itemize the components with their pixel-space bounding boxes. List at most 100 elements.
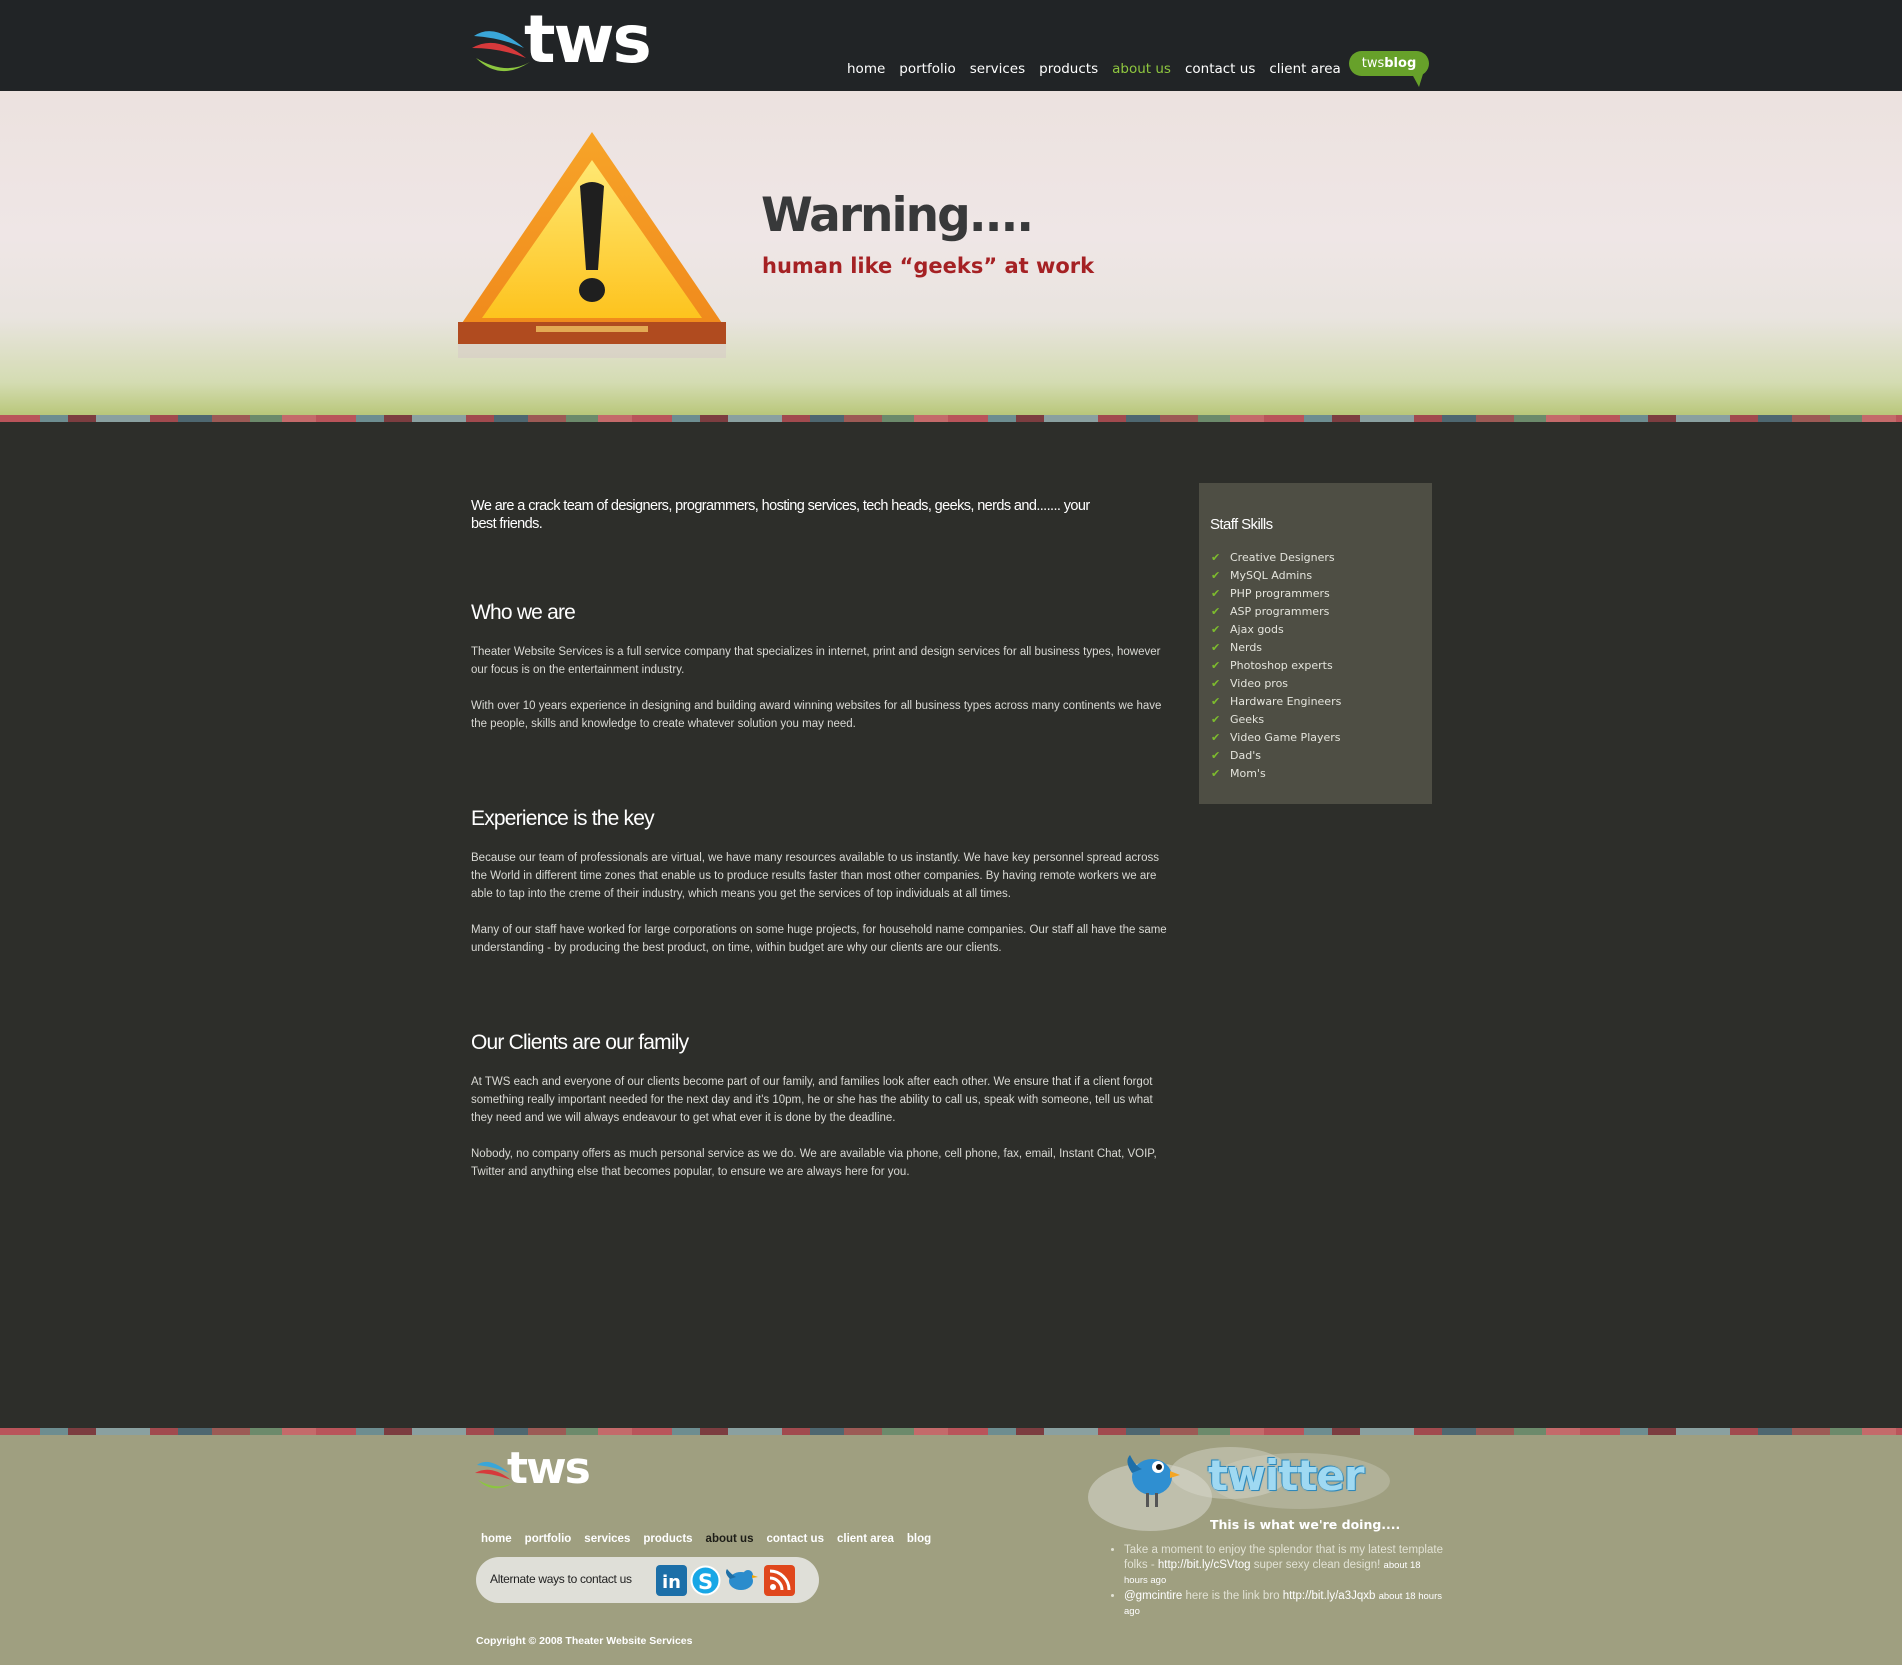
section-heading-who-we-are: Who we are [471,601,576,624]
skill-item: ✔ Video pros [1211,675,1341,693]
tweet-item: @gmcintire here is the link bro http://b… [1124,1589,1444,1619]
tweet-item: Take a moment to enjoy the splendor that… [1124,1543,1444,1588]
decorative-stripe [0,415,1902,422]
skill-label: MySQL Admins [1230,569,1313,582]
skill-item: ✔ PHP programmers [1211,585,1341,603]
tws-logo[interactable]: tws [472,2,662,84]
copyright-text: Copyright © 2008 Theater Website Service… [476,1635,693,1647]
tweet-text: here is the link bro [1182,1590,1283,1602]
twitter-widget-header: twitter This is what we're doing.... [1080,1435,1410,1545]
footer-nav-blog[interactable]: blog [907,1533,931,1545]
twitter-bird-icon[interactable] [724,1565,758,1596]
skill-item: ✔ Geeks [1211,711,1341,729]
site-header: tws home portfolio services products about u… [0,0,1902,91]
hero-subtitle: human like “geeks” at work [762,254,1095,278]
footer-nav-about-us[interactable]: about us [706,1533,754,1545]
skype-icon[interactable]: S [690,1565,721,1596]
skill-label: Video Game Players [1230,731,1341,744]
skill-item: ✔ Nerds [1211,639,1341,657]
hero-banner [0,91,1902,415]
skill-label: Photoshop experts [1230,659,1333,672]
tweet-text-after: super sexy clean design! [1250,1559,1381,1571]
skill-item: ✔ Dad's [1211,747,1341,765]
skill-item: ✔ Photoshop experts [1211,657,1341,675]
section-heading-clients: Our Clients are our family [471,1031,689,1054]
footer-nav-client-area[interactable]: client area [837,1533,894,1545]
skill-label: Mom's [1230,767,1266,780]
tweet-link[interactable]: http://bit.ly/cSVtog [1158,1559,1251,1571]
nav-client-area[interactable]: client area [1269,61,1340,77]
checkmark-icon: ✔ [1211,659,1221,672]
checkmark-icon: ✔ [1211,677,1221,690]
skills-title: Staff Skills [1210,516,1273,533]
nav-services[interactable]: services [970,61,1025,77]
twitter-wordmark: twitter [1208,1451,1365,1500]
rss-icon[interactable] [764,1565,795,1596]
checkmark-icon: ✔ [1211,767,1221,780]
linkedin-icon[interactable]: in [656,1565,687,1596]
twitter-bird-icon [1127,1455,1180,1507]
intro-text: We are a crack team of designers, progra… [471,498,1090,532]
skill-label: PHP programmers [1230,587,1330,600]
warning-icon [458,132,726,358]
skill-label: Geeks [1230,713,1265,726]
skill-item: ✔ MySQL Admins [1211,567,1341,585]
checkmark-icon: ✔ [1211,749,1221,762]
checkmark-icon: ✔ [1211,713,1221,726]
section-paragraph: Theater Website Services is a full servi… [471,646,1161,676]
skill-item: ✔ Video Game Players [1211,729,1341,747]
checkmark-icon: ✔ [1211,569,1221,582]
skill-item: ✔ Hardware Engineers [1211,693,1341,711]
section-paragraph: With over 10 years experience in designi… [471,700,1162,730]
nav-contact-us[interactable]: contact us [1185,61,1255,77]
footer-nav-portfolio[interactable]: portfolio [525,1533,572,1545]
contact-label: Alternate ways to contact us [490,1572,632,1586]
footer-logo-text: tws [507,1443,591,1494]
footer-nav-services[interactable]: services [584,1533,630,1545]
rss-glyph [769,1569,791,1591]
nav-products[interactable]: products [1039,61,1098,77]
skill-item: ✔ ASP programmers [1211,603,1341,621]
checkmark-icon: ✔ [1211,551,1221,564]
skill-item: ✔ Mom's [1211,765,1341,783]
svg-text:in: in [662,1572,681,1593]
decorative-stripe [0,1428,1902,1435]
twitter-tagline: This is what we're doing.... [1210,1517,1401,1532]
tweet-link[interactable]: http://bit.ly/a3Jqxb [1283,1590,1376,1602]
skill-label: Hardware Engineers [1230,695,1342,708]
footer-nav-home[interactable]: home [481,1533,512,1545]
checkmark-icon: ✔ [1211,605,1221,618]
checkmark-icon: ✔ [1211,695,1221,708]
skype-glyph: S [690,1565,721,1596]
nav-home[interactable]: home [847,61,885,77]
linkedin-glyph: in [662,1572,681,1593]
skill-label: Video pros [1230,677,1289,690]
blog-suffix: blog [1384,56,1417,71]
nav-about-us[interactable]: about us [1112,61,1171,77]
blog-prefix: tws [1361,56,1385,71]
logo-text: tws [524,1,652,78]
alternate-contact-bar: Alternate ways to contact us in S [476,1557,819,1603]
tws-blog-button[interactable]: twsblog [1349,51,1429,76]
blog-bubble-tail [1412,74,1423,87]
staff-skills-panel: Staff Skills ✔ Creative Designers ✔ MySQL … [1199,483,1432,804]
tweet-handle[interactable]: @gmcintire [1124,1590,1182,1602]
site-footer: tws home portfolio services products about u… [0,1435,1902,1665]
footer-nav-contact-us[interactable]: contact us [766,1533,824,1545]
checkmark-icon: ✔ [1211,731,1221,744]
tws-swoosh-icon [472,31,530,72]
skills-list: ✔ Creative Designers ✔ MySQL Admins ✔ PHP p… [1211,549,1341,783]
footer-nav-products[interactable]: products [643,1533,692,1545]
skill-label: Nerds [1230,641,1263,654]
section-paragraph: At TWS each and everyone of our clients … [471,1076,1153,1124]
bird-glyph [726,1569,758,1590]
section-paragraph: Because our team of professionals are vi… [471,852,1160,900]
checkmark-icon: ✔ [1211,587,1221,600]
skill-label: Creative Designers [1230,551,1335,564]
checkmark-icon: ✔ [1211,623,1221,636]
footer-tws-logo[interactable]: tws [475,1443,595,1497]
skill-label: Dad's [1230,749,1261,762]
nav-portfolio[interactable]: portfolio [899,61,955,77]
skill-item: ✔ Ajax gods [1211,621,1341,639]
svg-text:S: S [698,1570,713,1594]
